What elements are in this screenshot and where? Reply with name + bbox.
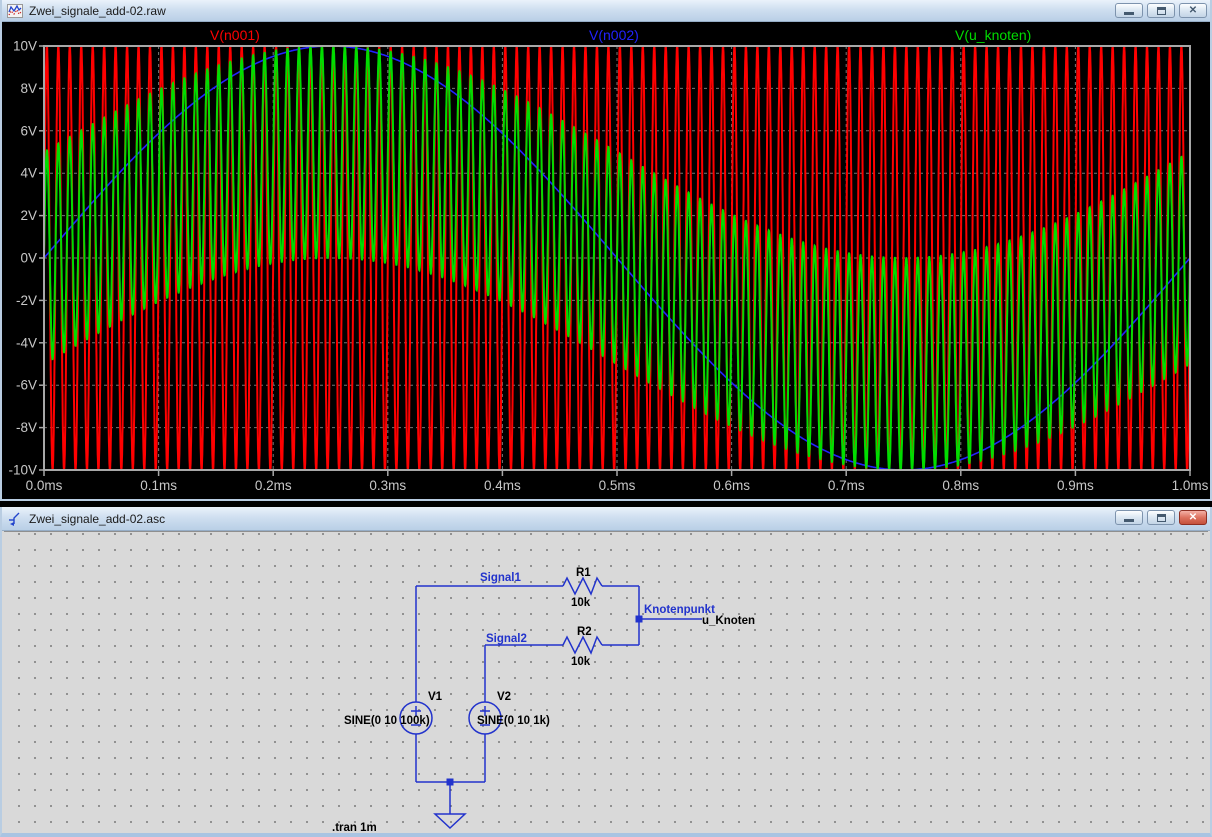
schematic-label[interactable]: 10k xyxy=(571,597,591,609)
schematic-labels: Signal1R110kKnotenpunktu_KnotenSignal2R2… xyxy=(332,567,755,833)
x-tick-label: 0.6ms xyxy=(713,478,750,493)
resistor-R2[interactable] xyxy=(563,637,602,653)
schematic-label[interactable]: R1 xyxy=(576,567,591,579)
y-tick-label: 0V xyxy=(20,251,37,266)
schematic-label[interactable]: Signal2 xyxy=(486,633,527,645)
x-tick-label: 0.1ms xyxy=(140,478,177,493)
y-tick-label: 2V xyxy=(20,208,37,223)
y-tick-label: 6V xyxy=(20,123,37,138)
close-icon: ✕ xyxy=(1189,6,1197,16)
legend-vn001[interactable]: V(n001) xyxy=(210,27,260,43)
schematic-file-icon xyxy=(7,511,23,527)
schematic-label[interactable]: 10k xyxy=(571,656,591,668)
x-tick-label: 0.3ms xyxy=(369,478,406,493)
close-button[interactable]: ✕ xyxy=(1179,3,1207,18)
y-tick-label: -2V xyxy=(16,293,37,308)
close-icon: ✕ xyxy=(1189,513,1197,523)
close-button[interactable]: ✕ xyxy=(1179,510,1207,525)
schematic-label[interactable]: u_Knoten xyxy=(702,615,755,627)
schematic-drawing[interactable]: Signal1R110kKnotenpunktu_KnotenSignal2R2… xyxy=(4,532,1212,833)
minimize-button[interactable] xyxy=(1115,3,1143,18)
waveform-chart[interactable]: 10V 8V 6V 4V 2V 0V -2V -4V -6V -8V -10V0.0ms 0.1ms 0… xyxy=(4,22,1212,501)
waveform-file-icon xyxy=(7,3,23,19)
waveform-plot-pane[interactable]: V(n001) V(n002) V(u_knoten) 10V 8V 6V 4V 2V 0… xyxy=(4,22,1208,499)
y-tick-label: -6V xyxy=(16,378,37,393)
x-tick-label: 0.0ms xyxy=(26,478,63,493)
y-tick-label: 10V xyxy=(13,39,37,54)
junction-node-ground[interactable] xyxy=(447,779,454,786)
y-tick-label: -8V xyxy=(16,420,37,435)
schematic-label[interactable]: SINE(0 10 1k) xyxy=(477,715,550,727)
schematic-label[interactable]: .tran 1m xyxy=(332,822,377,833)
schematic-label[interactable]: V2 xyxy=(497,691,511,703)
restore-icon xyxy=(1157,7,1166,15)
schematic-window-title: Zwei_signale_add-02.asc xyxy=(29,512,165,526)
legend-vuknoten[interactable]: V(u_knoten) xyxy=(955,27,1031,43)
minimize-icon xyxy=(1124,519,1134,522)
restore-icon xyxy=(1157,514,1166,522)
x-tick-label: 0.4ms xyxy=(484,478,521,493)
x-tick-label: 1.0ms xyxy=(1172,478,1209,493)
junction-node-knotenpunkt[interactable] xyxy=(636,616,643,623)
resistor-R1[interactable] xyxy=(563,578,602,594)
x-tick-label: 0.7ms xyxy=(828,478,865,493)
minimize-icon xyxy=(1124,12,1134,15)
waveform-window: Zwei_signale_add-02.raw ✕ V(n001) V(n002… xyxy=(0,0,1212,501)
schematic-label[interactable]: Signal1 xyxy=(480,572,522,584)
x-tick-label: 0.2ms xyxy=(255,478,292,493)
ground-symbol[interactable] xyxy=(435,814,465,828)
x-tick-label: 0.8ms xyxy=(942,478,979,493)
y-tick-label: -4V xyxy=(16,335,37,350)
x-tick-label: 0.9ms xyxy=(1057,478,1094,493)
legend-vn002[interactable]: V(n002) xyxy=(589,27,639,43)
schematic-label[interactable]: V1 xyxy=(428,691,443,703)
y-tick-label: 8V xyxy=(20,81,37,96)
schematic-canvas[interactable]: Signal1R110kKnotenpunktu_KnotenSignal2R2… xyxy=(4,531,1208,833)
y-tick-label: -10V xyxy=(8,463,37,478)
waveform-window-title: Zwei_signale_add-02.raw xyxy=(29,4,166,18)
schematic-window: Zwei_signale_add-02.asc ✕ Signal1R110kKn… xyxy=(0,507,1212,837)
schematic-titlebar[interactable]: Zwei_signale_add-02.asc ✕ xyxy=(2,507,1210,531)
x-tick-label: 0.5ms xyxy=(599,478,636,493)
y-tick-label: 4V xyxy=(20,166,37,181)
restore-button[interactable] xyxy=(1147,510,1175,525)
schematic-label[interactable]: SINE(0 10 100k) xyxy=(344,715,430,727)
waveform-titlebar[interactable]: Zwei_signale_add-02.raw ✕ xyxy=(2,0,1210,22)
schematic-label[interactable]: R2 xyxy=(577,626,592,638)
restore-button[interactable] xyxy=(1147,3,1175,18)
minimize-button[interactable] xyxy=(1115,510,1143,525)
